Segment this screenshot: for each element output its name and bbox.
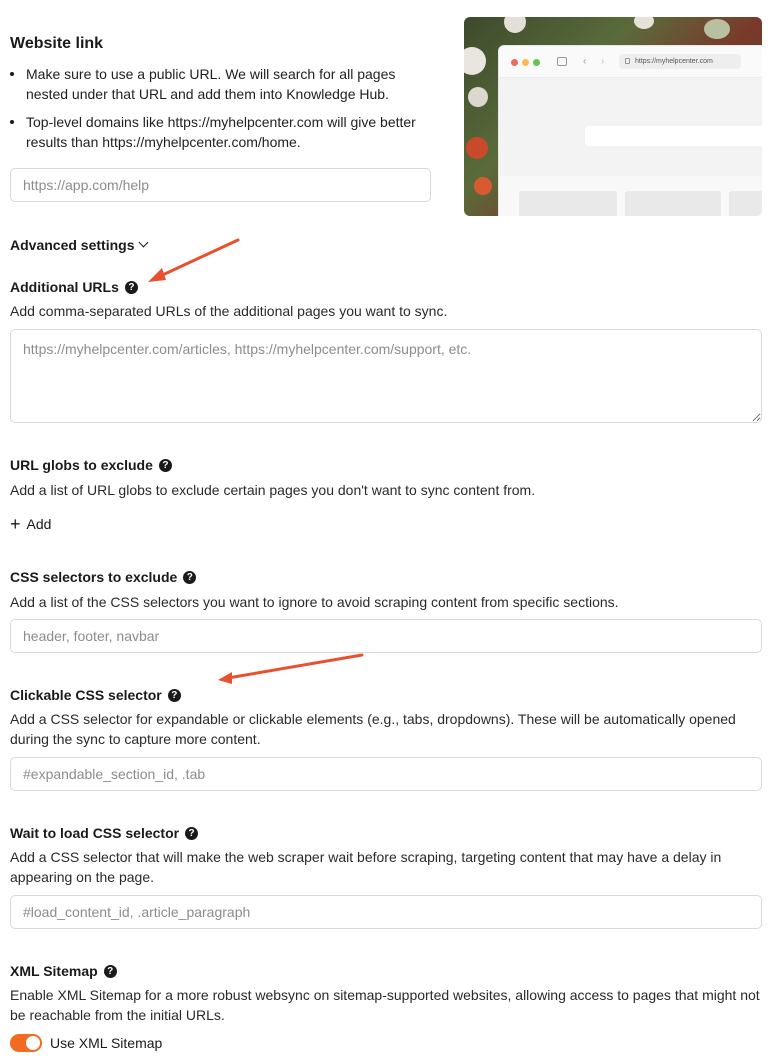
clickable-selector-input[interactable] bbox=[10, 757, 762, 791]
forward-icon: › bbox=[601, 56, 605, 67]
css-exclude-label-text: CSS selectors to exclude bbox=[10, 569, 178, 585]
arrow-icon bbox=[148, 238, 240, 282]
css-exclude-input[interactable] bbox=[10, 619, 762, 653]
placeholder-search-bar bbox=[585, 126, 762, 146]
plus-icon: + bbox=[10, 514, 21, 534]
back-icon: ‹ bbox=[583, 56, 587, 67]
add-url-glob-button[interactable]: + Add bbox=[10, 514, 52, 534]
additional-urls-label-text: Additional URLs bbox=[10, 279, 119, 295]
additional-urls-description: Add comma-separated URLs of the addition… bbox=[10, 303, 448, 319]
website-url-input[interactable] bbox=[10, 168, 431, 202]
close-dot-icon bbox=[511, 59, 518, 66]
maximize-dot-icon bbox=[533, 59, 540, 66]
wait-load-input[interactable] bbox=[10, 895, 762, 929]
url-globs-label-text: URL globs to exclude bbox=[10, 457, 153, 473]
question-circle-icon[interactable]: ? bbox=[158, 458, 172, 472]
website-link-title: Website link bbox=[10, 35, 104, 52]
bullet-text: Top-level domains like https://myhelpcen… bbox=[26, 114, 416, 150]
xml-sitemap-toggle-label: Use XML Sitemap bbox=[50, 1035, 163, 1051]
bullet-dot bbox=[10, 72, 14, 76]
additional-urls-label: Additional URLs ? bbox=[10, 279, 138, 295]
browser-url: https://myhelpcenter.com bbox=[619, 54, 741, 69]
question-circle-icon[interactable]: ? bbox=[185, 826, 199, 840]
wait-load-label: Wait to load CSS selector ? bbox=[10, 825, 199, 841]
browser-mockup: ‹ › https://myhelpcenter.com bbox=[498, 45, 762, 216]
toggle-knob bbox=[26, 1036, 40, 1050]
question-circle-icon[interactable]: ? bbox=[103, 964, 117, 978]
url-globs-label: URL globs to exclude ? bbox=[10, 457, 172, 473]
placeholder-card bbox=[729, 191, 762, 216]
minimize-dot-icon bbox=[522, 59, 529, 66]
clickable-selector-label-text: Clickable CSS selector bbox=[10, 687, 162, 703]
url-globs-description: Add a list of URL globs to exclude certa… bbox=[10, 482, 536, 498]
placeholder-card bbox=[519, 191, 617, 216]
bullet-item: Make sure to use a public URL. We will s… bbox=[10, 64, 430, 104]
chevron-down-icon bbox=[139, 237, 149, 247]
preview-image: ‹ › https://myhelpcenter.com bbox=[464, 17, 762, 216]
advanced-settings-label: Advanced settings bbox=[10, 237, 135, 253]
css-exclude-label: CSS selectors to exclude ? bbox=[10, 569, 197, 585]
question-circle-icon[interactable]: ? bbox=[124, 280, 138, 294]
flower-decoration bbox=[504, 17, 526, 33]
xml-sitemap-label-text: XML Sitemap bbox=[10, 963, 98, 979]
xml-sitemap-label: XML Sitemap ? bbox=[10, 963, 117, 979]
wait-load-label-text: Wait to load CSS selector bbox=[10, 825, 180, 841]
wait-load-description: Add a CSS selector that will make the we… bbox=[10, 849, 722, 885]
flower-decoration bbox=[466, 137, 488, 159]
flower-decoration bbox=[468, 87, 488, 107]
additional-urls-textarea[interactable] bbox=[10, 329, 762, 423]
css-exclude-description: Add a list of the CSS selectors you want… bbox=[10, 594, 619, 610]
clickable-selector-label: Clickable CSS selector ? bbox=[10, 687, 181, 703]
flower-decoration bbox=[474, 177, 492, 195]
question-circle-icon[interactable]: ? bbox=[183, 570, 197, 584]
advanced-settings-toggle[interactable]: Advanced settings bbox=[10, 237, 149, 253]
bullet-text: Make sure to use a public URL. We will s… bbox=[26, 66, 396, 102]
browser-url-text: https://myhelpcenter.com bbox=[635, 58, 713, 65]
flower-decoration bbox=[704, 19, 730, 39]
placeholder-card bbox=[625, 191, 721, 216]
sidebar-icon bbox=[557, 57, 567, 66]
flower-decoration bbox=[634, 17, 654, 29]
clickable-selector-description: Add a CSS selector for expandable or cli… bbox=[10, 711, 736, 747]
arrow-icon bbox=[218, 653, 364, 684]
bullet-item: Top-level domains like https://myhelpcen… bbox=[10, 112, 430, 152]
browser-toolbar: ‹ › https://myhelpcenter.com bbox=[499, 46, 762, 78]
xml-sitemap-toggle[interactable] bbox=[10, 1034, 42, 1052]
add-label: Add bbox=[26, 516, 52, 532]
question-circle-icon[interactable]: ? bbox=[167, 688, 181, 702]
bullet-dot bbox=[10, 120, 14, 124]
xml-sitemap-description: Enable XML Sitemap for a more robust web… bbox=[10, 987, 760, 1023]
lock-icon bbox=[625, 58, 630, 64]
flower-decoration bbox=[464, 47, 486, 75]
